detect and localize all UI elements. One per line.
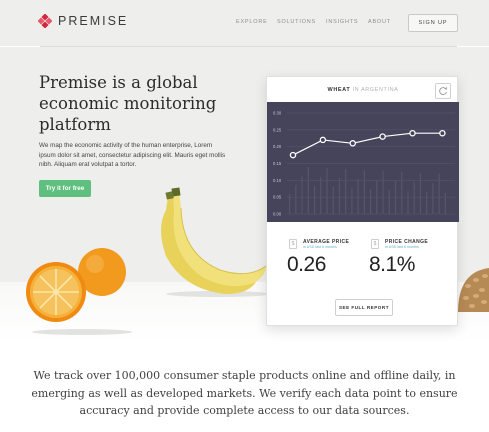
price-widget-card: WHEAT IN ARGENTINA 0.30 0.25 0.20 0.15 0.10 0…	[266, 76, 459, 326]
chart-volume-bar	[320, 177, 322, 214]
brand-logo[interactable]: PREMISE	[37, 13, 129, 29]
widget-title: WHEAT IN ARGENTINA	[267, 87, 459, 93]
tagline-line: accuracy and provide complete access to …	[79, 404, 410, 417]
chart-volume-bar	[301, 176, 303, 214]
tagline-line: emerging as well as developed markets. W…	[31, 386, 458, 400]
chart-volume-bar	[289, 194, 291, 214]
nav-solutions[interactable]: SOLUTIONS	[277, 19, 316, 25]
chart-y-tick-label: 0.30	[273, 111, 282, 116]
hero-description-line: ipsum dolor sit amet, consectetur adipis…	[39, 151, 226, 159]
refresh-button[interactable]	[435, 83, 451, 99]
chart-volume-bar	[419, 173, 422, 214]
chart-volume-bar	[357, 179, 359, 214]
chart-volume-bar	[332, 187, 334, 214]
chart-data-point	[349, 140, 357, 147]
chart-y-tick-label: 0.25	[273, 127, 282, 132]
percent-icon: $	[371, 239, 379, 249]
price-chart-svg: 0.30 0.25 0.20 0.15 0.10 0.05 0.00	[273, 111, 455, 217]
chart-y-tick-label: 0.20	[273, 144, 282, 149]
nav-explore[interactable]: EXPLORE	[236, 19, 268, 25]
tagline-line: We track over 100,000 consumer staple pr…	[33, 369, 456, 382]
premise-logo-icon	[37, 13, 53, 29]
chart-volume-bar	[394, 181, 397, 214]
chart-volume-bar	[382, 171, 384, 214]
see-full-report-button[interactable]: SEE FULL REPORT	[335, 299, 393, 316]
chart-volume-bar	[295, 185, 297, 214]
chart-volume-bar	[388, 190, 390, 214]
chart-volume-bar	[338, 178, 341, 214]
chart-volume-bar	[444, 193, 446, 214]
hero-title-line: Premise is a global	[39, 73, 198, 92]
chart-volume-bar	[326, 168, 328, 214]
hero-title-line: economic monitoring	[39, 94, 217, 113]
hero-description-line: nibh. Aliquam erat volutpat a tortor.	[39, 161, 137, 169]
chart-volume-bar	[401, 172, 403, 214]
orange-illustration	[26, 248, 132, 335]
chart-volume-bar	[345, 169, 347, 214]
chart-volume-bar	[432, 183, 434, 214]
average-price-value: 0.26	[287, 253, 326, 276]
price-change-value: 8.1%	[369, 253, 415, 276]
refresh-icon	[439, 87, 448, 95]
hero-title: Premise is a global economic monitoring …	[39, 72, 239, 135]
chart-volume-bar	[426, 192, 428, 214]
chart-data-point	[289, 151, 297, 159]
banana-illustration	[161, 187, 270, 297]
chart-volume-bar	[376, 180, 378, 214]
chart-volume-bar	[313, 186, 316, 214]
chart-data-point	[439, 129, 446, 137]
chart-volume-bar	[438, 174, 440, 214]
chart-y-tick-label: 0.10	[273, 178, 282, 183]
widget-commodity: WHEAT	[327, 87, 351, 93]
chart-series-line	[292, 132, 443, 156]
hero-description-line: We map the economic activity of the huma…	[39, 142, 213, 149]
chart-data-point	[379, 133, 386, 140]
chart-volume-bar	[363, 170, 365, 214]
chart-volume-bar	[407, 191, 409, 214]
price-chart: 0.30 0.25 0.20 0.15 0.10 0.05 0.00	[267, 102, 459, 222]
hero-description: We map the economic activity of the huma…	[39, 141, 251, 170]
price-change-sub: in USD last 6 months	[385, 245, 419, 249]
brand-name: PREMISE	[58, 14, 129, 28]
chart-volume-bar	[307, 167, 309, 214]
chart-volume-bar	[351, 188, 353, 214]
chart-volume-bar	[413, 182, 415, 214]
chart-data-point	[409, 129, 416, 137]
chart-y-tick-label: 0.00	[273, 212, 282, 217]
nav-insights[interactable]: INSIGHTS	[326, 19, 358, 25]
nav-about[interactable]: ABOUT	[368, 19, 391, 25]
chart-y-tick-label: 0.15	[273, 161, 282, 166]
chart-volume-bar	[370, 189, 372, 214]
sign-up-button[interactable]: SIGN UP	[408, 14, 458, 32]
dollar-icon: $	[289, 239, 297, 249]
try-free-button[interactable]: Try it for free	[39, 180, 91, 197]
hero-title-line: platform	[39, 115, 111, 134]
chart-data-point	[319, 136, 327, 144]
widget-region: IN ARGENTINA	[350, 87, 399, 93]
average-price-sub: in USD last 6 months	[303, 245, 337, 249]
tagline: We track over 100,000 consumer staple pr…	[20, 367, 469, 420]
chart-y-tick-label: 0.05	[273, 195, 282, 200]
